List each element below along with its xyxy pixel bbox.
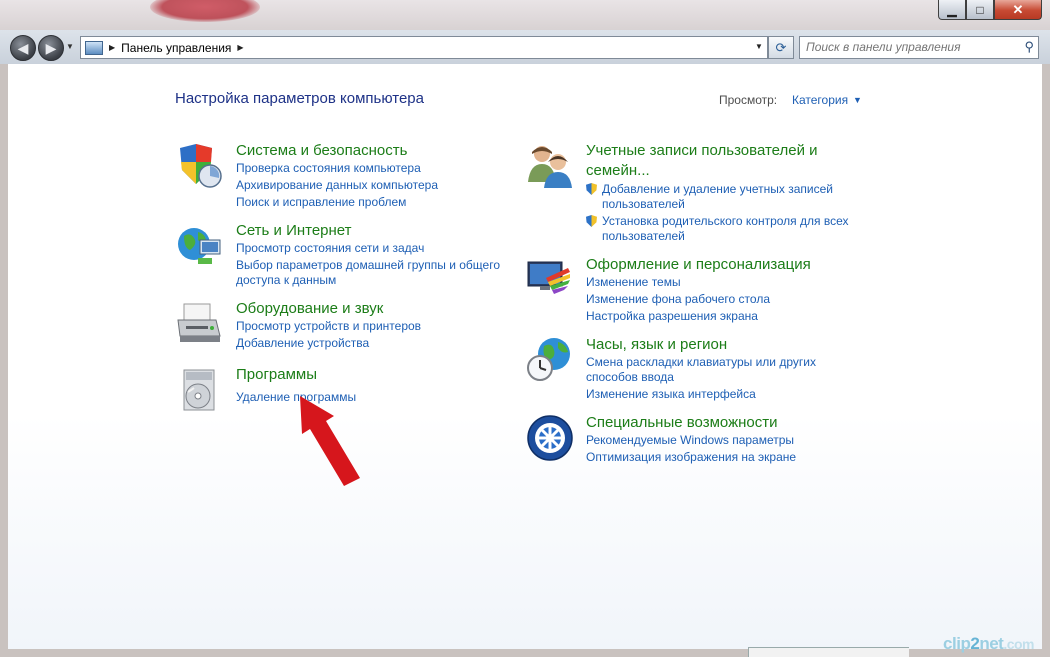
programs-disc-icon[interactable]: [176, 366, 224, 414]
category-title-system-security[interactable]: Система и безопасность: [236, 142, 407, 159]
view-by-dropdown[interactable]: Категория: [792, 93, 848, 107]
category-title-hardware-sound[interactable]: Оборудование и звук: [236, 300, 383, 317]
link-network-status[interactable]: Просмотр состояния сети и задач: [236, 241, 424, 255]
window-frame-left: [0, 64, 8, 656]
link-parental-controls[interactable]: Установка родительского контроля для все…: [602, 214, 849, 228]
uac-shield-icon: [586, 183, 597, 195]
chevron-right-icon[interactable]: ▶: [109, 43, 115, 52]
window-frame-right: [1042, 64, 1050, 656]
link-change-theme[interactable]: Изменение темы: [586, 275, 681, 289]
category-title-clock-language-region[interactable]: Часы, язык и регион: [586, 336, 727, 353]
navigation-toolbar: ◀ ▶ ▼ ▶ Панель управления ▶ ▼ ⟳ ⚲: [0, 30, 1050, 64]
category-title-programs[interactable]: Программы: [236, 366, 317, 383]
title-bar-background-art: [150, 0, 260, 22]
link-backup[interactable]: Архивирование данных компьютера: [236, 178, 438, 192]
chevron-right-icon[interactable]: ▶: [237, 43, 243, 52]
accessibility-icon[interactable]: [526, 414, 574, 462]
link-change-keyboard[interactable]: Смена раскладки клавиатуры или других: [586, 355, 816, 369]
link-desktop-background[interactable]: Изменение фона рабочего стола: [586, 292, 770, 306]
uac-shield-icon: [586, 215, 597, 227]
minimize-button[interactable]: ▁: [938, 0, 966, 20]
category-title-network-internet[interactable]: Сеть и Интернет: [236, 222, 352, 239]
arrow-right-icon: ▶: [45, 39, 57, 56]
link-devices-printers[interactable]: Просмотр устройств и принтеров: [236, 319, 421, 333]
link-troubleshoot[interactable]: Поиск и исправление проблем: [236, 195, 406, 209]
red-arrow-annotation: [300, 396, 360, 486]
category-title-user-accounts[interactable]: Учетные записи пользователей и: [586, 142, 818, 159]
link-homegroup[interactable]: Выбор параметров домашней группы и общег…: [236, 258, 500, 272]
close-button[interactable]: ✕: [994, 0, 1042, 20]
link-add-remove-accounts[interactable]: Добавление и удаление учетных записей: [602, 182, 833, 196]
refresh-icon: ⟳: [775, 39, 787, 55]
network-globe-icon[interactable]: [176, 222, 224, 270]
monitor-paint-icon[interactable]: [526, 256, 574, 304]
control-panel-content: Настройка параметров компьютера Просмотр…: [8, 64, 1042, 649]
page-title: Настройка параметров компьютера: [175, 90, 424, 107]
link-screen-resolution[interactable]: Настройка разрешения экрана: [586, 309, 758, 323]
users-icon[interactable]: [526, 142, 574, 190]
arrow-left-icon: ◀: [17, 39, 29, 56]
breadcrumb-control-panel[interactable]: Панель управления: [121, 41, 231, 55]
refresh-button[interactable]: ⟳: [768, 36, 794, 59]
chevron-down-icon[interactable]: ▼: [853, 95, 862, 105]
forward-button[interactable]: ▶: [38, 35, 64, 61]
control-panel-icon: [85, 40, 103, 55]
search-icon[interactable]: ⚲: [1024, 39, 1034, 55]
title-bar: ▁ □ ✕: [0, 0, 1050, 30]
search-input[interactable]: [800, 37, 1011, 56]
link-add-device[interactable]: Добавление устройства: [236, 336, 369, 350]
link-parental-controls-continued[interactable]: пользователей: [602, 229, 685, 243]
watermark: clip2net.com: [943, 634, 1034, 653]
address-bar[interactable]: ▶ Панель управления ▶ ▼: [80, 36, 768, 59]
link-homegroup-continued[interactable]: доступа к данным: [236, 273, 336, 287]
recent-pages-dropdown[interactable]: ▼: [66, 42, 74, 51]
clock-globe-icon[interactable]: [526, 336, 574, 384]
chevron-down-icon: ▼: [755, 42, 763, 51]
maximize-button[interactable]: □: [966, 0, 994, 20]
category-title-user-accounts-continued[interactable]: семейн...: [586, 162, 650, 179]
link-change-keyboard-continued[interactable]: способов ввода: [586, 370, 674, 384]
printer-icon[interactable]: [176, 300, 224, 348]
view-by-label: Просмотр:: [719, 93, 778, 107]
link-display-language[interactable]: Изменение языка интерфейса: [586, 387, 756, 401]
back-button[interactable]: ◀: [10, 35, 36, 61]
shield-icon[interactable]: [176, 142, 224, 190]
category-title-appearance[interactable]: Оформление и персонализация: [586, 256, 811, 273]
link-recommended-settings[interactable]: Рекомендуемые Windows параметры: [586, 433, 794, 447]
search-box[interactable]: ⚲: [799, 36, 1039, 59]
address-dropdown-button[interactable]: ▼: [753, 39, 765, 54]
link-optimize-display[interactable]: Оптимизация изображения на экране: [586, 450, 796, 464]
category-title-ease-of-access[interactable]: Специальные возможности: [586, 414, 778, 431]
link-add-remove-accounts-continued[interactable]: пользователей: [602, 197, 685, 211]
window-controls: ▁ □ ✕: [938, 0, 1042, 20]
link-check-status[interactable]: Проверка состояния компьютера: [236, 161, 421, 175]
